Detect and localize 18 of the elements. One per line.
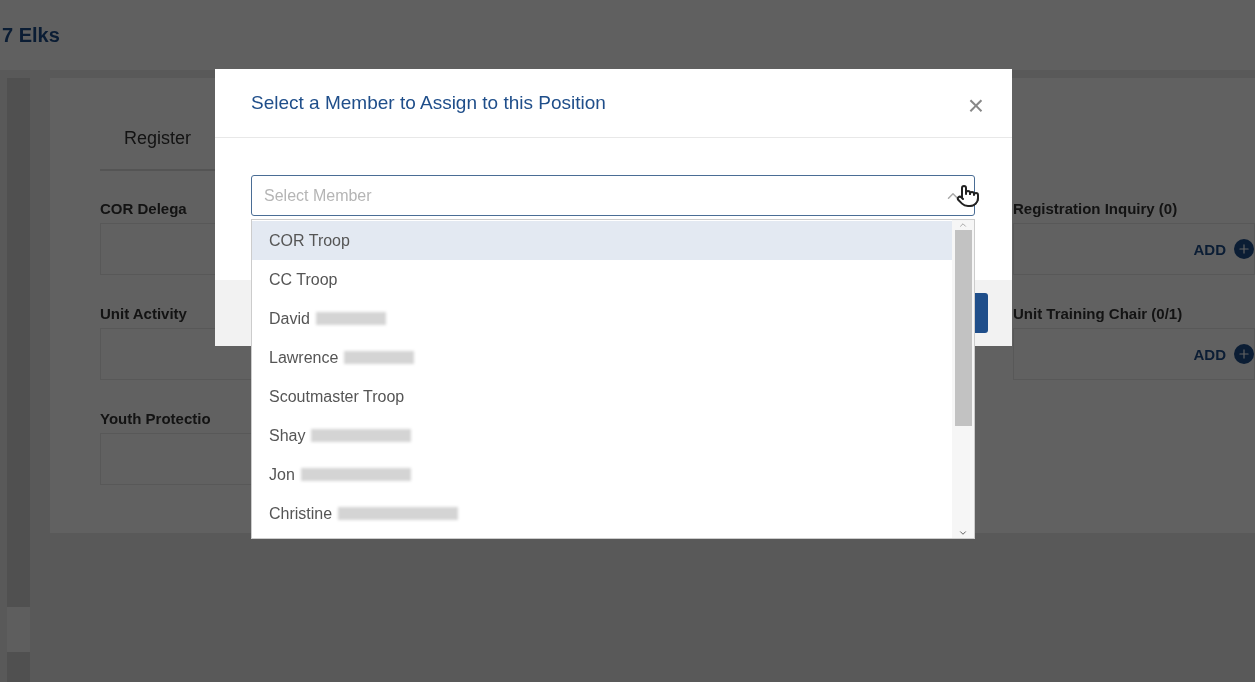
position-title: Registration Inquiry (0) (1013, 198, 1178, 219)
scroll-thumb[interactable] (954, 230, 972, 426)
scrollbar[interactable] (952, 220, 974, 538)
redacted-surname (315, 312, 386, 325)
position-title: COR Delega (100, 198, 187, 219)
plus-circle-icon[interactable] (1234, 239, 1254, 259)
close-button[interactable]: × (967, 92, 984, 120)
unit-title: 7 Elks (2, 23, 60, 47)
hand-pointer-icon (956, 184, 980, 208)
scroll-up-icon[interactable] (958, 220, 968, 230)
position-title: Youth Protectio (100, 408, 211, 429)
dialog-title: Select a Member to Assign to this Position (251, 92, 606, 114)
position-title: Unit Training Chair (0/1) (1013, 303, 1183, 324)
redacted-surname (344, 351, 415, 364)
scroll-down-icon[interactable] (958, 528, 968, 538)
position-title: Unit Activity (100, 303, 187, 324)
member-option[interactable]: COR Troop (252, 221, 952, 260)
plus-circle-icon[interactable] (1234, 344, 1254, 364)
